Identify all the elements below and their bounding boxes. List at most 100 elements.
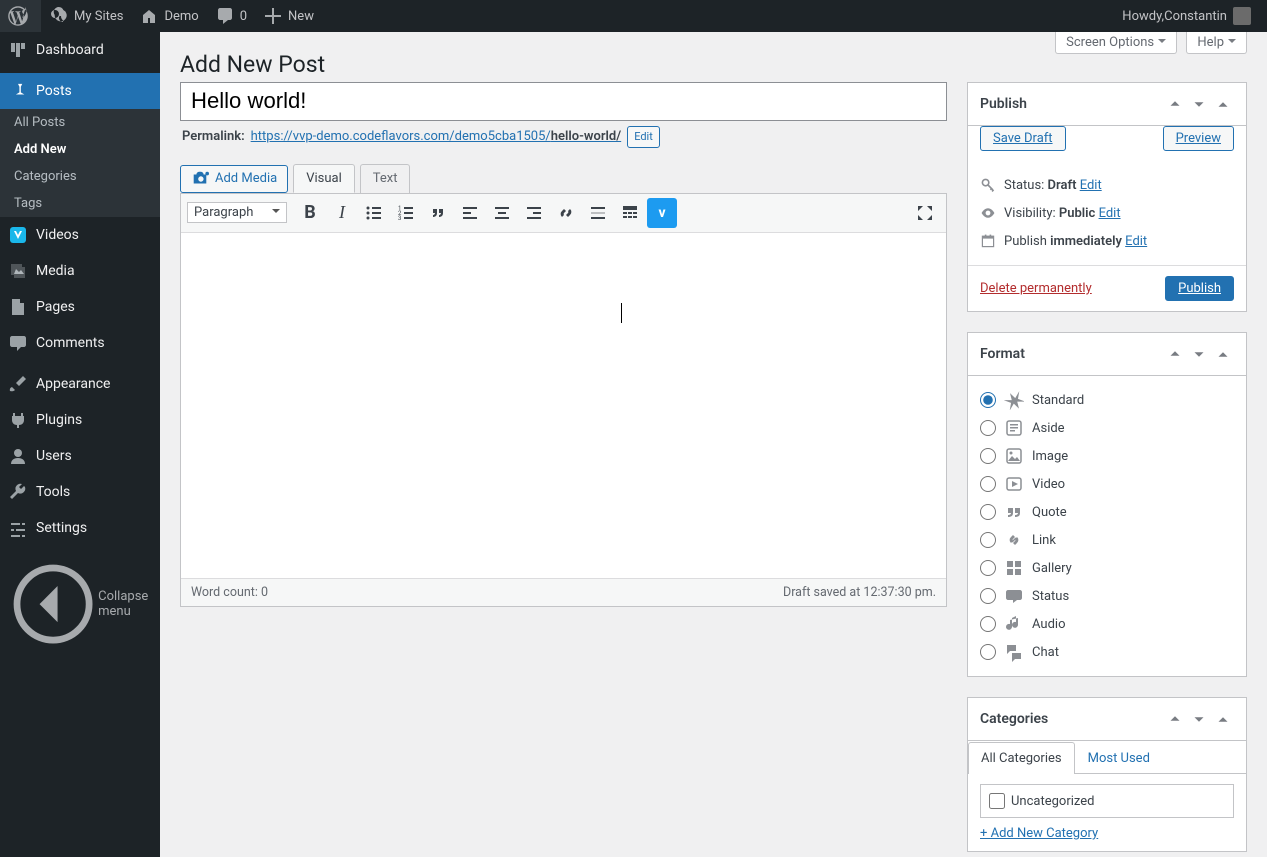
toggle-box-icon[interactable] [1212,708,1234,730]
format-option-quote[interactable]: Quote [980,498,1234,526]
vimeo-insert-button[interactable]: v [647,198,677,228]
my-sites[interactable]: My Sites [41,0,131,32]
toolbar-toggle-button[interactable] [615,198,645,228]
toggle-box-icon[interactable] [1212,93,1234,115]
format-radio[interactable] [980,616,996,632]
tab-visual[interactable]: Visual [293,164,355,193]
menu-media[interactable]: Media [0,253,160,289]
numbered-list-button[interactable]: 123 [391,198,421,228]
quote-icon [1004,502,1024,522]
move-down-icon[interactable] [1188,343,1210,365]
format-radio[interactable] [980,588,996,604]
format-option-video[interactable]: Video [980,470,1234,498]
category-item[interactable]: Uncategorized [989,793,1225,809]
add-media-button[interactable]: Add Media [180,165,288,193]
tab-all-categories[interactable]: All Categories [968,742,1075,774]
bullet-list-button[interactable] [359,198,389,228]
help-toggle[interactable]: Help [1186,32,1247,54]
format-radio[interactable] [980,448,996,464]
move-up-icon[interactable] [1164,93,1186,115]
menu-videos[interactable]: Videos [0,217,160,253]
format-radio[interactable] [980,644,996,660]
eye-icon [980,205,996,221]
menu-users[interactable]: Users [0,438,160,474]
wp-logo[interactable] [0,0,41,32]
align-left-button[interactable] [455,198,485,228]
format-option-chat[interactable]: Chat [980,638,1234,666]
dropdown-caret-icon [272,209,280,217]
fullscreen-button[interactable] [910,198,940,228]
standard-icon [1004,390,1024,410]
collapse-menu[interactable]: Collapse menu [0,551,160,657]
link-button[interactable] [551,198,581,228]
preview-button[interactable]: Preview [1163,126,1234,151]
menu-plugins[interactable]: Plugins [0,402,160,438]
new-content[interactable]: New [255,0,322,32]
categories-box-header[interactable]: Categories [968,698,1246,741]
submenu-all-posts[interactable]: All Posts [0,109,160,136]
format-option-aside[interactable]: Aside [980,414,1234,442]
screen-options-toggle[interactable]: Screen Options [1055,32,1177,54]
menu-posts[interactable]: Posts [0,73,160,109]
format-radio[interactable] [980,476,996,492]
format-radio[interactable] [980,532,996,548]
publish-box-header[interactable]: Publish [968,83,1246,126]
site-name[interactable]: Demo [131,0,206,32]
edit-schedule-link[interactable]: Edit [1125,234,1147,249]
edit-permalink-button[interactable]: Edit [627,126,660,148]
toggle-box-icon[interactable] [1212,343,1234,365]
format-box-header[interactable]: Format [968,333,1246,376]
video-v-icon [8,225,28,245]
menu-comments[interactable]: Comments [0,325,160,361]
read-more-button[interactable] [583,198,613,228]
format-label: Chat [1032,645,1059,660]
my-account[interactable]: Howdy, Constantin [1114,0,1259,32]
format-option-audio[interactable]: Audio [980,610,1234,638]
plus-icon [263,6,283,26]
add-new-category-link[interactable]: + Add New Category [980,826,1098,841]
category-checkbox[interactable] [989,793,1005,809]
format-option-gallery[interactable]: Gallery [980,554,1234,582]
audio-icon [1004,614,1024,634]
menu-tools[interactable]: Tools [0,474,160,510]
move-down-icon[interactable] [1188,93,1210,115]
format-radio[interactable] [980,420,996,436]
format-option-status[interactable]: Status [980,582,1234,610]
move-up-icon[interactable] [1164,708,1186,730]
paragraph-select[interactable]: Paragraph [187,202,287,223]
content-editor[interactable] [181,233,946,578]
menu-settings[interactable]: Settings [0,510,160,546]
submenu-categories[interactable]: Categories [0,163,160,190]
delete-permanently-link[interactable]: Delete permanently [980,281,1092,296]
format-radio[interactable] [980,504,996,520]
format-option-standard[interactable]: Standard [980,386,1234,414]
move-up-icon[interactable] [1164,343,1186,365]
format-radio[interactable] [980,560,996,576]
comments-bubble[interactable]: 0 [207,0,255,32]
menu-pages[interactable]: Pages [0,289,160,325]
key-icon [980,177,996,193]
tab-text[interactable]: Text [360,164,411,193]
bold-button[interactable]: B [295,198,325,228]
publish-button[interactable]: Publish [1165,276,1234,301]
pin-icon [8,81,28,101]
move-down-icon[interactable] [1188,708,1210,730]
align-center-button[interactable] [487,198,517,228]
menu-appearance[interactable]: Appearance [0,366,160,402]
save-draft-button[interactable]: Save Draft [980,126,1066,151]
tab-most-used[interactable]: Most Used [1075,742,1163,774]
submenu-add-new[interactable]: Add New [0,136,160,163]
submenu-tags[interactable]: Tags [0,190,160,217]
edit-status-link[interactable]: Edit [1080,178,1102,193]
align-right-button[interactable] [519,198,549,228]
post-title-input[interactable] [180,82,947,121]
permalink-url[interactable]: https://vvp-demo.codeflavors.com/demo5cb… [251,129,622,144]
format-radio[interactable] [980,392,996,408]
format-option-link[interactable]: Link [980,526,1234,554]
italic-button[interactable]: I [327,198,357,228]
blockquote-button[interactable] [423,198,453,228]
edit-visibility-link[interactable]: Edit [1099,206,1121,221]
menu-dashboard[interactable]: Dashboard [0,32,160,68]
format-option-image[interactable]: Image [980,442,1234,470]
format-label: Status [1032,589,1069,604]
